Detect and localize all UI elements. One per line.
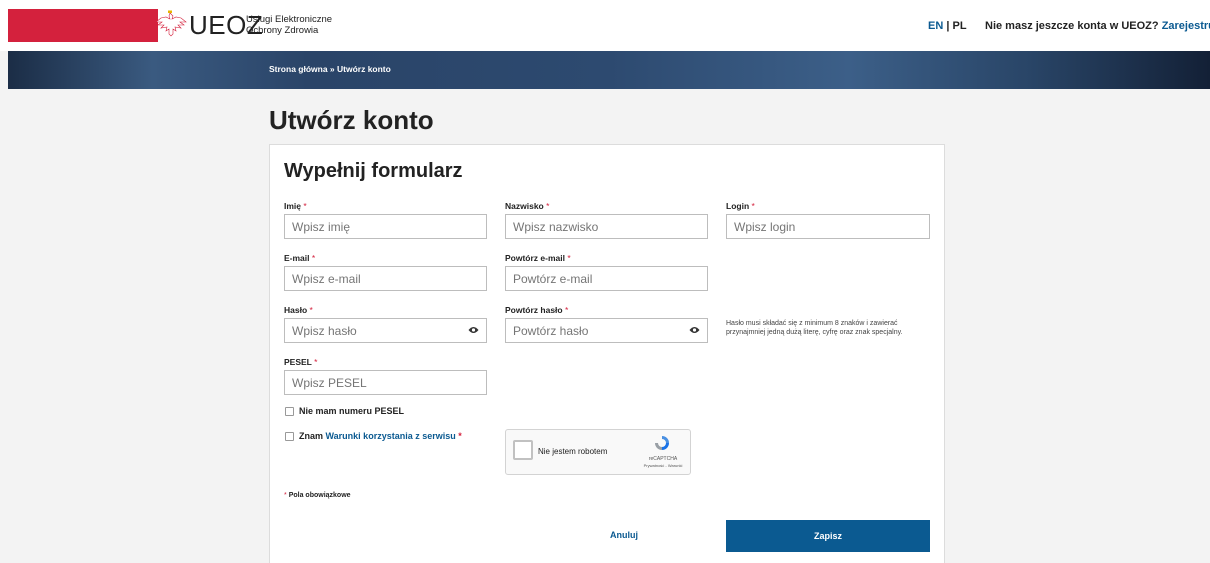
app-logo-subtitle: Usługi Elektroniczne Ochrony Zdrowia — [246, 14, 332, 36]
last-name-input[interactable] — [505, 214, 708, 239]
terms-prefix: Znam — [299, 431, 326, 441]
logo-flag-band — [8, 9, 158, 42]
eye-icon[interactable] — [468, 326, 479, 334]
recaptcha-logo-icon — [655, 436, 669, 450]
last-name-label-text: Nazwisko — [505, 201, 544, 211]
email-repeat-label: Powtórz e-mail * — [505, 253, 571, 263]
login-input[interactable] — [726, 214, 930, 239]
required-mark: * — [546, 201, 550, 211]
recaptcha-checkbox[interactable] — [513, 440, 533, 460]
required-mark: * — [314, 357, 318, 367]
password-repeat-input[interactable] — [505, 318, 708, 343]
first-name-label-text: Imię — [284, 201, 302, 211]
required-mark: * — [458, 431, 462, 441]
recaptcha-label: Nie jestem robotem — [538, 447, 608, 456]
page-title: Utwórz konto — [269, 105, 434, 135]
required-mark: * — [751, 201, 755, 211]
password-input[interactable] — [284, 318, 487, 343]
email-label: E-mail * — [284, 253, 315, 263]
login-label-text: Login — [726, 201, 750, 211]
first-name-input[interactable] — [284, 214, 487, 239]
no-pesel-checkbox[interactable] — [285, 407, 294, 416]
pesel-label: PESEL * — [284, 357, 317, 367]
email-label-text: E-mail — [284, 253, 310, 263]
password-repeat-label: Powtórz hasło * — [505, 305, 568, 315]
pesel-label-text: PESEL — [284, 357, 312, 367]
required-mark: * — [309, 305, 313, 315]
cancel-button[interactable]: Anuluj — [610, 530, 638, 540]
required-mark: * — [284, 492, 287, 499]
email-repeat-input[interactable] — [505, 266, 708, 291]
terms-checkbox[interactable] — [285, 432, 294, 441]
recaptcha-links[interactable]: Prywatność - Warunki — [633, 463, 693, 468]
eye-icon[interactable] — [689, 326, 700, 334]
required-note-text: Pola obowiązkowe — [288, 492, 351, 499]
logo-subtitle-line1: Usługi Elektroniczne — [246, 14, 333, 25]
account-prompt-text: Nie masz jeszcze konta w UEOZ? — [985, 20, 1159, 32]
required-mark: * — [567, 253, 571, 263]
password-label-text: Hasło — [284, 305, 308, 315]
lang-pl-link[interactable]: PL — [952, 20, 966, 32]
lang-en-link[interactable]: EN — [928, 20, 943, 32]
language-switcher: EN | PL — [928, 20, 967, 32]
required-mark: * — [565, 305, 569, 315]
pesel-input[interactable] — [284, 370, 487, 395]
password-hint: Hasło musi składać się z minimum 8 znakó… — [726, 320, 903, 336]
first-name-label: Imię * — [284, 201, 307, 211]
password-label: Hasło * — [284, 305, 313, 315]
form-card — [269, 144, 945, 563]
email-repeat-label-text: Powtórz e-mail — [505, 253, 565, 263]
save-button[interactable]: Zapisz — [726, 520, 930, 552]
no-pesel-label[interactable]: Nie mam numeru PESEL — [299, 406, 404, 416]
breadcrumb[interactable]: Strona główna » Utwórz konto — [269, 64, 391, 74]
required-mark: * — [303, 201, 307, 211]
register-link[interactable]: Zarejestruj się — [1162, 20, 1210, 32]
form-title: Wypełnij formularz — [284, 160, 463, 182]
account-prompt: Nie masz jeszcze konta w UEOZ? Zarejestr… — [985, 20, 1210, 32]
hero-banner — [8, 51, 1210, 89]
login-label: Login * — [726, 201, 755, 211]
required-fields-note: * Pola obowiązkowe — [284, 492, 351, 499]
terms-link[interactable]: Warunki korzystania z serwisu — [326, 431, 456, 441]
logo-subtitle-line2: Ochrony Zdrowia — [246, 25, 319, 36]
password-repeat-label-text: Powtórz hasło — [505, 305, 563, 315]
terms-label: Znam Warunki korzystania z serwisu * — [299, 431, 462, 441]
email-input[interactable] — [284, 266, 487, 291]
required-mark: * — [311, 253, 316, 263]
recaptcha-brand: reCAPTCHA — [648, 456, 678, 462]
eagle-emblem-icon — [155, 10, 187, 37]
last-name-label: Nazwisko * — [505, 201, 549, 211]
